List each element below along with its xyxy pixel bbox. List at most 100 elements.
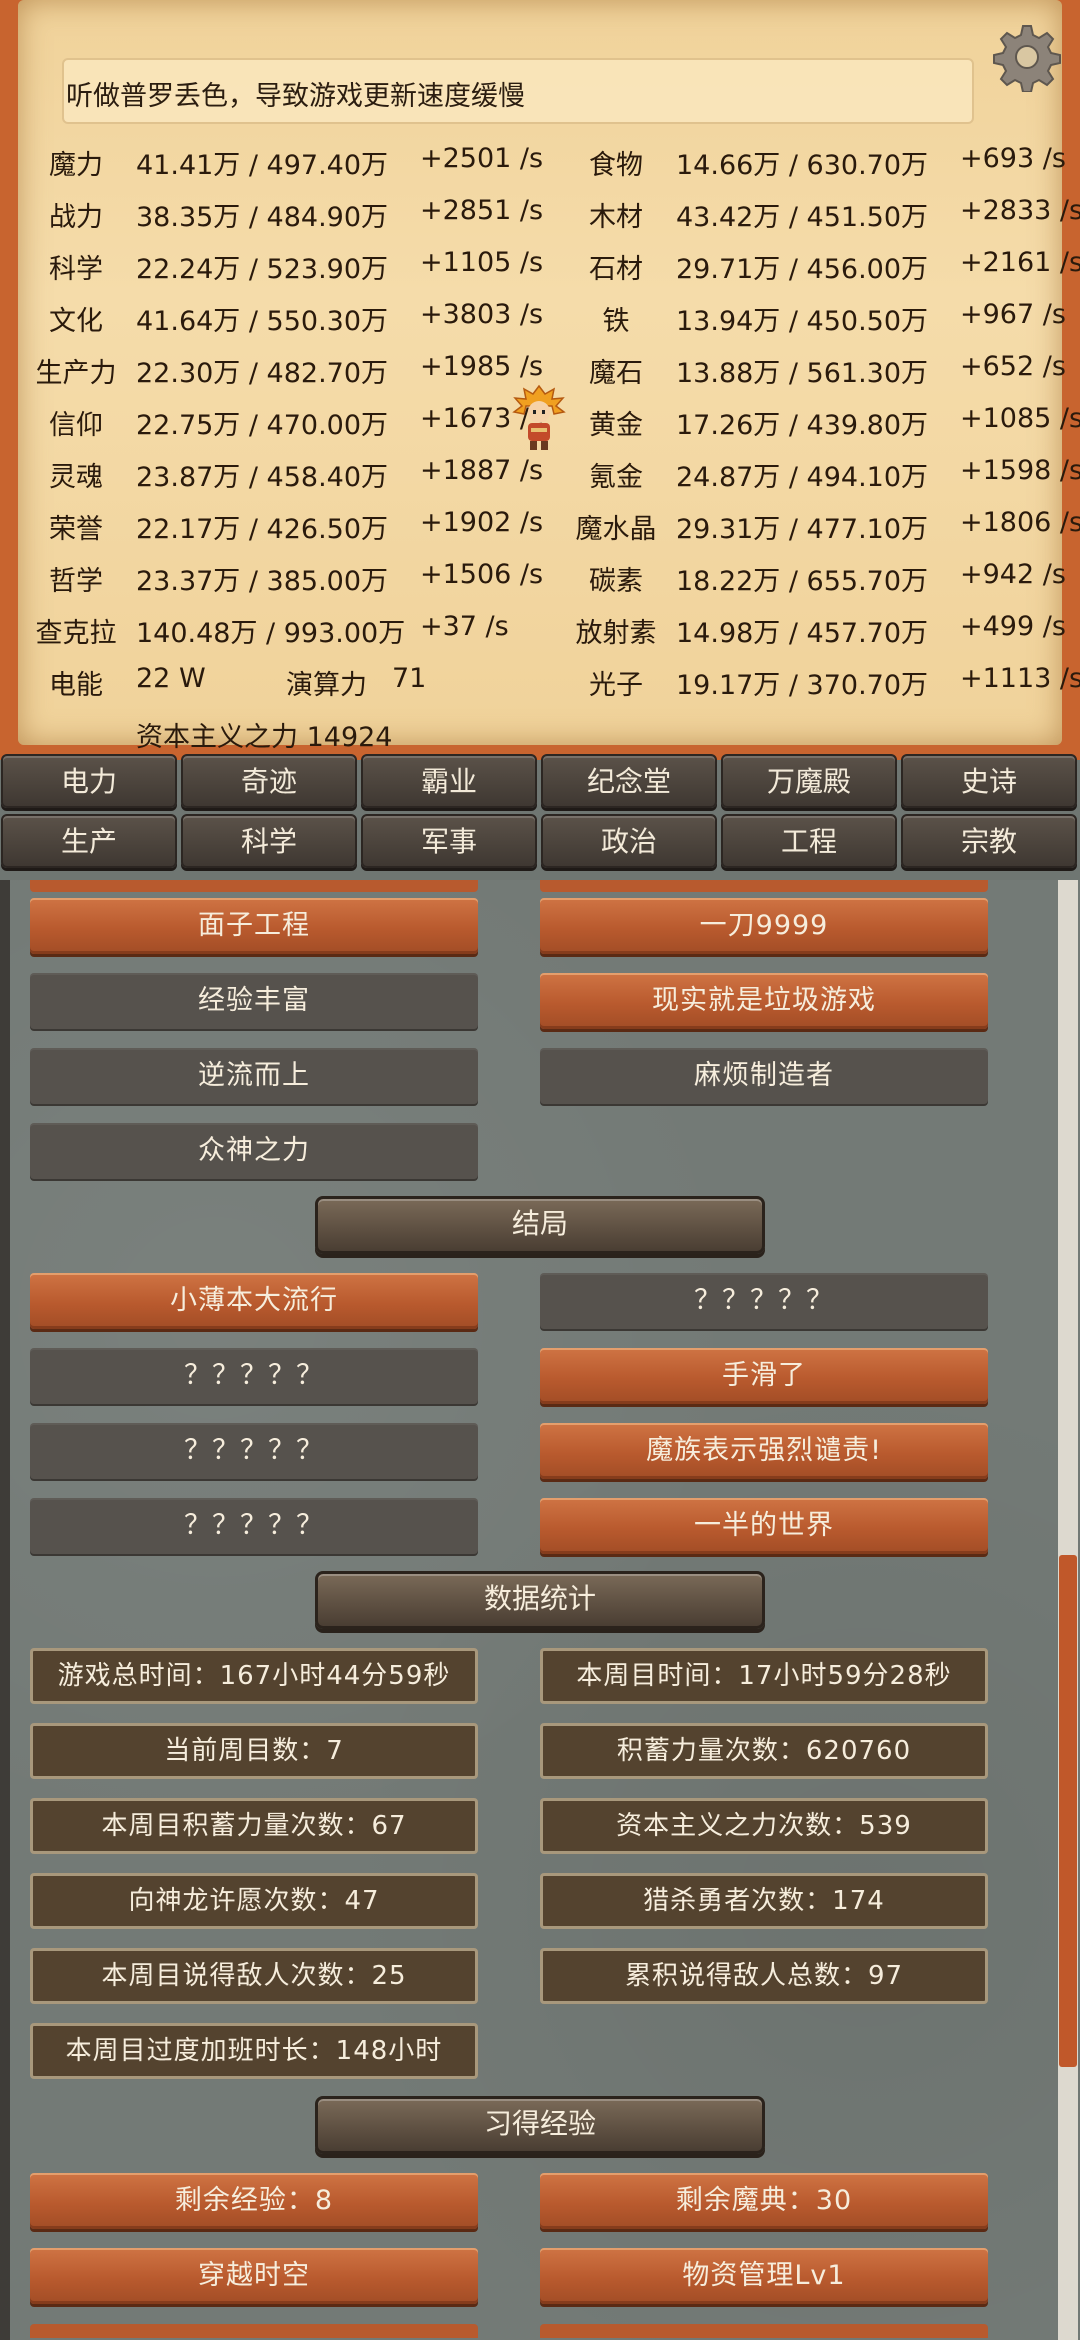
achievement-button[interactable]: 一刀9999 [540, 898, 988, 954]
achievement-button[interactable]: 现实就是垃圾游戏 [540, 973, 988, 1029]
resource-name: 放射素 [575, 618, 657, 649]
tab-engineering[interactable]: 工程 [721, 814, 897, 868]
ending-button[interactable]: ？？？？？ [30, 1348, 478, 1404]
resource-rate: +1105 /s [420, 247, 544, 278]
resource-name: 信仰 [49, 410, 103, 441]
tab-production[interactable]: 生产 [1, 814, 177, 868]
stat-box: 本周目说得敌人次数：25 [30, 1948, 478, 2004]
resource-row: 科学 22.24万 / 523.90万 +1105 /s 石材 29.71万 /… [0, 237, 1080, 287]
partial-button [540, 2324, 988, 2338]
stat-box: 猎杀勇者次数：174 [540, 1873, 988, 1929]
resource-name: 石材 [589, 254, 643, 285]
achievement-button[interactable]: 逆流而上 [30, 1048, 478, 1104]
tab-pandemonium[interactable]: 万魔殿 [721, 754, 897, 808]
resource-name: 哲学 [49, 566, 103, 597]
ending-button[interactable]: ？？？？？ [30, 1498, 478, 1554]
resource-value: 41.41万 / 497.40万 [136, 150, 389, 181]
gear-icon[interactable] [992, 22, 1062, 92]
tab-religion[interactable]: 宗教 [901, 814, 1077, 868]
resource-value: 18.22万 / 655.70万 [676, 566, 929, 597]
resource-rate: +2851 /s [420, 195, 544, 226]
achievement-button[interactable]: 众神之力 [30, 1123, 478, 1179]
resource-rate: +1598 /s [960, 455, 1080, 486]
resource-rate: +37 /s [420, 611, 509, 642]
stat-box: 资本主义之力次数：539 [540, 1798, 988, 1854]
resource-rate: +942 /s [960, 559, 1066, 590]
ending-button[interactable]: 小薄本大流行 [30, 1273, 478, 1329]
ending-button[interactable]: ？？？？？ [540, 1273, 988, 1329]
resource-rate: +2833 /s [960, 195, 1080, 226]
resource-value: 17.26万 / 439.80万 [676, 410, 929, 441]
resource-name: 魔水晶 [575, 514, 657, 545]
hero-avatar[interactable] [512, 384, 566, 452]
grimoire-remaining[interactable]: 剩余魔典：30 [540, 2173, 988, 2229]
achievement-button[interactable]: 麻烦制造者 [540, 1048, 988, 1104]
resource-value: 13.88万 / 561.30万 [676, 358, 929, 389]
section-header-experience: 习得经验 [315, 2096, 765, 2154]
tab-bar-row-1: 电力 奇迹 霸业 纪念堂 万魔殿 史诗 [0, 754, 1080, 810]
resource-rate: +1887 /s [420, 455, 544, 486]
achievement-button[interactable]: 经验丰富 [30, 973, 478, 1029]
section-header-stats: 数据统计 [315, 1571, 765, 1629]
partial-button [540, 880, 988, 892]
resource-rate: +1085 /s [960, 403, 1080, 434]
resource-value: 140.48万 / 993.00万 [136, 618, 406, 649]
capitalism-row: 资本主义之力 14924 [0, 705, 1080, 755]
resource-row: 魔力 41.41万 / 497.40万 +2501 /s 食物 14.66万 /… [0, 133, 1080, 183]
partial-button [30, 2324, 478, 2338]
exp-remaining[interactable]: 剩余经验：8 [30, 2173, 478, 2229]
partial-button [30, 880, 478, 892]
resource-value: 13.94万 / 450.50万 [676, 306, 929, 337]
ending-button[interactable]: ？？？？？ [30, 1423, 478, 1479]
ending-button[interactable]: 魔族表示强烈谴责! [540, 1423, 988, 1479]
tab-science[interactable]: 科学 [181, 814, 357, 868]
tab-wonders[interactable]: 奇迹 [181, 754, 357, 808]
stat-box: 积蓄力量次数：620760 [540, 1723, 988, 1779]
tab-epic[interactable]: 史诗 [901, 754, 1077, 808]
resource-name: 碳素 [589, 566, 643, 597]
resource-name: 黄金 [589, 410, 643, 441]
skill-button[interactable]: 物资管理Lv1 [540, 2248, 988, 2304]
resource-rate: +693 /s [960, 143, 1066, 174]
resource-value: 19.17万 / 370.70万 [676, 670, 929, 701]
resource-name: 查克拉 [35, 618, 117, 649]
resource-value: 23.37万 / 385.00万 [136, 566, 389, 597]
resource-rate: +1113 /s [960, 663, 1080, 694]
ending-button[interactable]: 手滑了 [540, 1348, 988, 1404]
resource-name: 氪金 [589, 462, 643, 493]
scrollbar-thumb[interactable] [1059, 1555, 1077, 2067]
power-name: 电能 [49, 670, 103, 701]
tab-politics[interactable]: 政治 [541, 814, 717, 868]
tab-hegemony[interactable]: 霸业 [361, 754, 537, 808]
resource-rate: +1985 /s [420, 351, 544, 382]
resource-name: 生产力 [35, 358, 117, 389]
tab-memorial[interactable]: 纪念堂 [541, 754, 717, 808]
tab-military[interactable]: 军事 [361, 814, 537, 868]
resource-name: 荣誉 [49, 514, 103, 545]
compute-label: 演算力 [286, 670, 367, 701]
resource-value: 29.71万 / 456.00万 [676, 254, 929, 285]
resource-name: 文化 [49, 306, 103, 337]
stat-box: 累积说得敌人总数：97 [540, 1948, 988, 2004]
stat-box: 本周目时间：17小时59分28秒 [540, 1648, 988, 1704]
tab-electricity[interactable]: 电力 [1, 754, 177, 808]
section-header-endings: 结局 [315, 1196, 765, 1254]
notice-banner: 听做普罗丢色，导致游戏更新速度缓慢 [62, 58, 974, 124]
resource-value: 14.66万 / 630.70万 [676, 150, 929, 181]
resource-row: 荣誉 22.17万 / 426.50万 +1902 /s 魔水晶 29.31万 … [0, 497, 1080, 547]
stat-box: 本周目过度加班时长：148小时 [30, 2023, 478, 2079]
power-row: 电能 22 W 演算力 71 光子 19.17万 / 370.70万 +1113… [0, 653, 1080, 703]
stat-box: 当前周目数：7 [30, 1723, 478, 1779]
resource-rate: +652 /s [960, 351, 1066, 382]
ending-button[interactable]: 一半的世界 [540, 1498, 988, 1554]
stat-box: 向神龙许愿次数：47 [30, 1873, 478, 1929]
skill-button[interactable]: 穿越时空 [30, 2248, 478, 2304]
resource-value: 22.30万 / 482.70万 [136, 358, 389, 389]
compute-value: 71 [392, 663, 427, 694]
resource-name: 光子 [589, 670, 643, 701]
resource-name: 科学 [49, 254, 103, 285]
resource-rate: +2161 /s [960, 247, 1080, 278]
notice-text: 听做普罗丢色，导致游戏更新速度缓慢 [66, 81, 525, 112]
resource-value: 29.31万 / 477.10万 [676, 514, 929, 545]
achievement-button[interactable]: 面子工程 [30, 898, 478, 954]
